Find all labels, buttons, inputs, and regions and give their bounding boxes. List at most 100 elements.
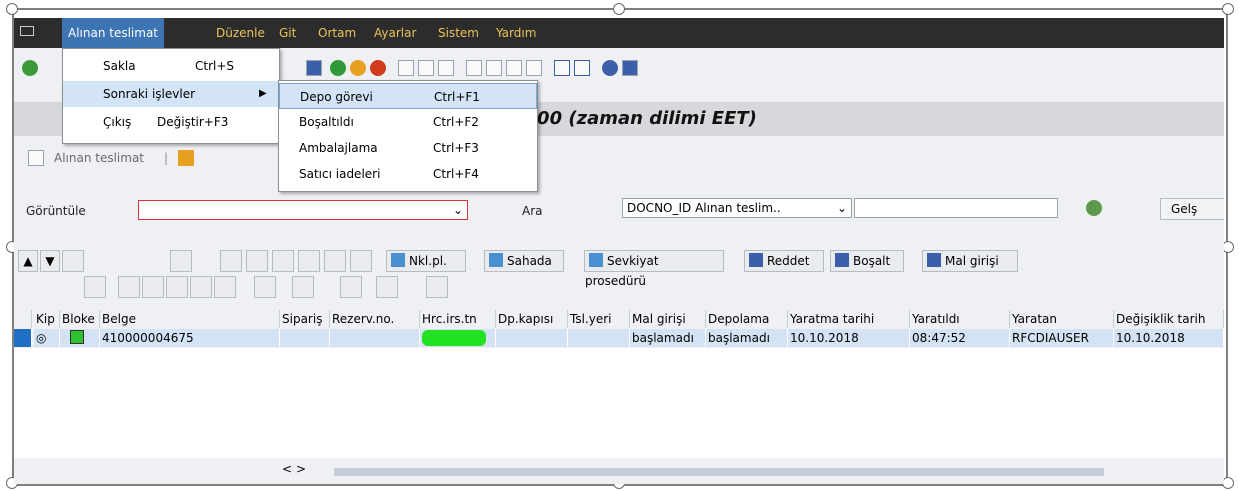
row-selector[interactable]: [14, 329, 32, 347]
filter-button[interactable]: [214, 276, 236, 298]
create-button[interactable]: [170, 250, 192, 272]
column-header[interactable]: Belge: [100, 310, 280, 328]
column-header[interactable]: Yaratıldı: [910, 310, 1010, 328]
table-cell-degisiklik[interactable]: 10.10.2018: [1114, 329, 1224, 347]
menu-git[interactable]: Git: [279, 18, 296, 48]
next-page-icon[interactable]: [506, 60, 522, 76]
help-icon[interactable]: [602, 60, 618, 76]
menu-ortam[interactable]: Ortam: [318, 18, 356, 48]
table-cell-yaratan[interactable]: RFCDIAUSER: [1010, 329, 1114, 347]
search-field-select[interactable]: DOCNO_ID Alınan teslim.. ⌄: [622, 198, 852, 218]
glasses-icon[interactable]: ◎: [34, 329, 60, 347]
find-button[interactable]: [166, 276, 188, 298]
cancel-icon[interactable]: [370, 60, 386, 76]
subtotal-button[interactable]: [292, 276, 314, 298]
display-dropdown[interactable]: ⌄: [138, 200, 468, 220]
delete-button[interactable]: [272, 250, 294, 272]
prev-page-icon[interactable]: [486, 60, 502, 76]
bosalt-button[interactable]: Boşalt: [830, 250, 904, 272]
scroll-left-icon[interactable]: <: [282, 462, 292, 476]
menu-item-ambalajlama[interactable]: Ambalajlama Ctrl+F3: [279, 135, 537, 161]
mal-girisi-button[interactable]: Mal girişi: [922, 250, 1018, 272]
find-next-button[interactable]: [190, 276, 212, 298]
details-button[interactable]: [62, 250, 84, 272]
table-cell-belge[interactable]: 410000004675: [100, 329, 280, 347]
sort-desc-button[interactable]: [142, 276, 164, 298]
menu-item-sonraki-islevler[interactable]: Sonraki işlevler ▶: [63, 81, 279, 107]
column-selector-icon[interactable]: [14, 310, 32, 328]
back-icon[interactable]: [330, 60, 346, 76]
menu-duzenle[interactable]: Düzenle: [216, 18, 265, 48]
scroll-right-icon[interactable]: >: [296, 462, 306, 476]
menu-item-label: Depo görevi: [300, 90, 373, 104]
column-header[interactable]: Yaratma tarihi: [788, 310, 910, 328]
column-header[interactable]: Yaratan: [1010, 310, 1114, 328]
table-cell-mal[interactable]: başlamadı: [630, 329, 706, 347]
column-header[interactable]: Sipariş: [280, 310, 330, 328]
scroll-thumb[interactable]: [334, 468, 1104, 476]
sevkiyat-button[interactable]: Sevkiyat prosedürü: [584, 250, 724, 288]
scroll-down-button[interactable]: ▼: [40, 250, 60, 272]
column-header[interactable]: Bloke: [60, 310, 100, 328]
column-header[interactable]: Mal girişi: [630, 310, 706, 328]
table-cell-yaratildi[interactable]: 08:47:52: [910, 329, 1010, 347]
search-go-icon[interactable]: [1086, 200, 1102, 216]
table-cell-tsl[interactable]: [568, 329, 630, 347]
refresh-button[interactable]: [324, 250, 346, 272]
display-button[interactable]: [246, 250, 268, 272]
menu-item-depo-gorevi[interactable]: Depo görevi Ctrl+F1: [279, 83, 537, 109]
horizontal-scrollbar[interactable]: < >: [282, 462, 1222, 478]
menu-item-bosaltildi[interactable]: Boşaltıldı Ctrl+F2: [279, 109, 537, 135]
edit-icon[interactable]: [178, 150, 194, 166]
menu-alinan-teslimat[interactable]: Alınan teslimat: [62, 18, 165, 48]
table-cell-siparis[interactable]: [280, 329, 330, 347]
column-header[interactable]: Rezerv.no.: [330, 310, 420, 328]
find-icon[interactable]: [418, 60, 434, 76]
zoom-button[interactable]: [84, 276, 106, 298]
save-icon[interactable]: [306, 60, 322, 76]
column-header[interactable]: Dp.kapısı: [496, 310, 568, 328]
change-button[interactable]: [220, 250, 242, 272]
export-button[interactable]: [340, 276, 362, 298]
save-list-button[interactable]: [350, 250, 372, 272]
first-page-icon[interactable]: [466, 60, 482, 76]
column-header[interactable]: Hrc.irs.tn: [420, 310, 496, 328]
new-session-icon[interactable]: [554, 60, 570, 76]
search-input[interactable]: [854, 198, 1058, 218]
nkl-pl-button[interactable]: Nkl.pl.: [386, 250, 466, 272]
table-cell-hrc-redacted[interactable]: [420, 329, 496, 347]
column-header[interactable]: Değişiklik tarih: [1114, 310, 1224, 328]
info-button[interactable]: [426, 276, 448, 298]
customize-layout-icon[interactable]: [622, 60, 638, 76]
print-icon[interactable]: [398, 60, 414, 76]
enter-icon[interactable]: [22, 60, 38, 76]
table-cell-rezerv[interactable]: [330, 329, 420, 347]
menu-ayarlar[interactable]: Ayarlar: [374, 18, 416, 48]
column-header[interactable]: Depolama: [706, 310, 788, 328]
table-cell-depolama[interactable]: başlamadı: [706, 329, 788, 347]
menu-sistem[interactable]: Sistem: [438, 18, 479, 48]
table-cell-yaratma-tarihi[interactable]: 10.10.2018: [788, 329, 910, 347]
column-header[interactable]: Kip: [34, 310, 60, 328]
shortcut-icon[interactable]: [574, 60, 590, 76]
window-icon[interactable]: [20, 26, 34, 36]
sahada-button[interactable]: Sahada: [484, 250, 564, 272]
menu-item-satici-iadeleri[interactable]: Satıcı iadeleri Ctrl+F4: [279, 161, 537, 187]
menu-yardim[interactable]: Yardım: [496, 18, 536, 48]
app-toolbar-label[interactable]: Alınan teslimat: [54, 151, 144, 165]
column-header[interactable]: Tsl.yeri: [568, 310, 630, 328]
last-page-icon[interactable]: [526, 60, 542, 76]
exit-icon[interactable]: [350, 60, 366, 76]
scroll-up-button[interactable]: ▲: [18, 250, 38, 272]
menu-item-cikis[interactable]: Çıkış Değiştir+F3: [63, 109, 279, 135]
copy-button[interactable]: [298, 250, 320, 272]
go-button[interactable]: Gelş: [1160, 198, 1224, 220]
document-icon[interactable]: [28, 150, 44, 166]
reddet-button[interactable]: Reddet: [744, 250, 824, 272]
table-cell-dp[interactable]: [496, 329, 568, 347]
find-next-icon[interactable]: [438, 60, 454, 76]
layout-button[interactable]: [376, 276, 398, 298]
sort-asc-button[interactable]: [118, 276, 140, 298]
sum-button[interactable]: [254, 276, 276, 298]
menu-item-sakla[interactable]: Sakla Ctrl+S: [63, 53, 279, 79]
